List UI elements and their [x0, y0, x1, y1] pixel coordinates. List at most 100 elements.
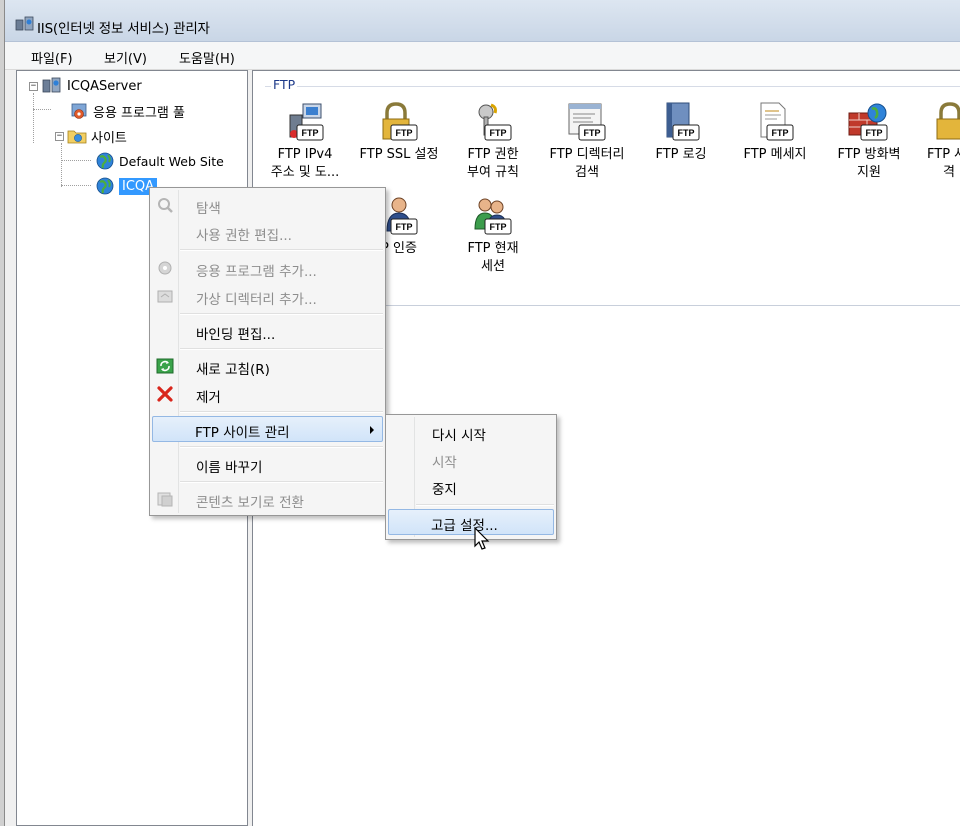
feature-label: FTP SSL 설정 [359, 147, 439, 162]
menu-item-label: 시작 [432, 455, 457, 471]
menu-item-switch-content-view[interactable]: 콘텐츠 보기로 전환 [152, 486, 383, 512]
sites-folder-icon [67, 130, 87, 144]
ftp-user-isolation-icon [936, 102, 960, 140]
submenu-item-start[interactable]: 시작 [388, 446, 554, 472]
menu-bar: 파일(F) 보기(V) 도움말(H) [5, 42, 960, 70]
menu-item-label: 중지 [432, 482, 457, 498]
feature-ftp-firewall-support[interactable]: FTP FTP 방화벽 지원 [823, 101, 915, 181]
menu-item-label: FTP 사이트 관리 [195, 425, 290, 441]
menu-item-label: 탐색 [196, 201, 221, 217]
menu-help[interactable]: 도움말(H) [179, 48, 235, 67]
ftp-messages-icon: FTP [760, 102, 794, 141]
feature-label: FTP 메세지 [743, 147, 807, 162]
feature-label: 격 [943, 165, 955, 180]
feature-ftp-logging[interactable]: FTP FTP 로깅 [635, 101, 727, 165]
feature-ftp-user-isolation[interactable]: FTP 사 격 [917, 101, 960, 181]
feature-label: FTP 사 [927, 147, 960, 162]
menu-separator [180, 481, 383, 483]
menu-item-label: 바인딩 편집... [196, 327, 276, 343]
feature-label: 검색 [575, 165, 599, 180]
ftp-current-sessions-icon: FTP [474, 198, 512, 235]
menu-separator [416, 504, 554, 506]
group-divider [265, 86, 960, 87]
manage-ftp-site-submenu: 다시 시작 시작 중지 고급 설정... [385, 414, 557, 540]
feature-ftp-ipv4[interactable]: FTP FTP IPv4 주소 및 도... [259, 101, 351, 181]
tree-node-default-web-site[interactable]: Default Web Site [95, 150, 224, 172]
feature-label: 지원 [857, 165, 881, 180]
collapse-icon[interactable]: − [55, 131, 64, 141]
menu-file[interactable]: 파일(F) [31, 48, 73, 67]
feature-label: 주소 및 도... [270, 165, 340, 180]
menu-item-add-application[interactable]: 응용 프로그램 추가... [152, 255, 383, 281]
mouse-cursor-icon [474, 527, 490, 550]
refresh-icon [156, 358, 174, 374]
ftp-firewall-icon: FTP [848, 103, 888, 141]
menu-item-remove[interactable]: 제거 [152, 381, 383, 407]
menu-item-explore[interactable]: 탐색 [152, 192, 383, 218]
menu-item-refresh[interactable]: 새로 고침(R) [152, 353, 383, 379]
menu-separator [180, 446, 383, 448]
menu-item-manage-ftp-site[interactable]: FTP 사이트 관리 [152, 416, 383, 442]
iis-manager-window: IIS(인터넷 정보 서비스) 관리자 파일(F) 보기(V) 도움말(H) −… [4, 0, 960, 826]
ftp-authorization-icon: FTP [478, 103, 512, 141]
feature-label: 부여 규칙 [467, 165, 519, 180]
menu-separator [180, 313, 383, 315]
server-icon [42, 77, 61, 93]
svg-text:FTP: FTP [678, 128, 695, 138]
feature-label: 세션 [481, 259, 505, 274]
tree-connector [33, 109, 51, 110]
feature-ftp-authorization-rules[interactable]: FTP FTP 권한 부여 규칙 [447, 101, 539, 181]
submenu-item-advanced-settings[interactable]: 고급 설정... [388, 509, 554, 535]
tree-node-icqa[interactable]: ICQA [95, 175, 158, 197]
tree-node-sites[interactable]: − 사이트 [55, 125, 127, 147]
globe-icon [96, 152, 114, 170]
menu-item-label: 사용 권한 편집... [196, 228, 292, 244]
menu-item-label: 가상 디렉터리 추가... [196, 292, 317, 308]
menu-separator [180, 411, 383, 413]
feature-label: FTP 방화벽 [837, 147, 901, 162]
svg-text:FTP: FTP [866, 128, 883, 138]
svg-text:FTP: FTP [584, 128, 601, 138]
title-bar[interactable]: IIS(인터넷 정보 서비스) 관리자 [5, 0, 960, 42]
tree-node-app-pools[interactable]: 응용 프로그램 풀 [69, 100, 185, 122]
submenu-item-stop[interactable]: 중지 [388, 473, 554, 499]
svg-text:FTP: FTP [490, 128, 507, 138]
feature-label: FTP 디렉터리 [549, 147, 625, 162]
menu-item-rename[interactable]: 이름 바꾸기 [152, 451, 383, 477]
tree-connector [61, 185, 91, 186]
feature-label: FTP IPv4 [277, 147, 333, 162]
ftp-directory-browsing-icon: FTP [568, 103, 606, 141]
tree-connector [33, 93, 34, 143]
menu-item-label: 제거 [196, 390, 221, 406]
menu-item-add-virtual-directory[interactable]: 가상 디렉터리 추가... [152, 283, 383, 309]
submenu-arrow-icon [370, 426, 374, 434]
add-application-icon [158, 261, 172, 275]
svg-text:FTP: FTP [396, 128, 413, 138]
feature-ftp-messages[interactable]: FTP FTP 메세지 [729, 101, 821, 165]
menu-item-label: 새로 고침(R) [196, 362, 270, 378]
feature-label: FTP 권한 [467, 147, 519, 162]
tree-label-sites: 사이트 [91, 130, 127, 146]
content-view-icon [157, 492, 173, 507]
tree-node-server[interactable]: − ICQAServer [29, 75, 142, 97]
submenu-item-restart[interactable]: 다시 시작 [388, 419, 554, 445]
explore-icon [158, 198, 173, 213]
feature-ftp-directory-browsing[interactable]: FTP FTP 디렉터리 검색 [541, 101, 633, 181]
feature-ftp-current-sessions[interactable]: FTP FTP 현재 세션 [447, 195, 539, 275]
menu-item-label: 응용 프로그램 추가... [196, 264, 317, 280]
menu-item-edit-bindings[interactable]: 바인딩 편집... [152, 318, 383, 344]
window-title: IIS(인터넷 정보 서비스) 관리자 [37, 21, 210, 37]
tree-label-server: ICQAServer [67, 78, 142, 94]
collapse-icon[interactable]: − [29, 81, 38, 91]
svg-text:FTP: FTP [396, 222, 413, 232]
group-title-ftp: FTP [271, 77, 298, 92]
menu-view[interactable]: 보기(V) [104, 48, 147, 67]
feature-label: FTP 현재 [467, 241, 519, 256]
ftp-ssl-icon: FTP [382, 102, 418, 141]
menu-item-edit-permissions[interactable]: 사용 권한 편집... [152, 219, 383, 245]
feature-ftp-ssl[interactable]: FTP FTP SSL 설정 [353, 101, 445, 165]
svg-text:FTP: FTP [772, 128, 789, 138]
menu-separator [180, 249, 383, 251]
feature-label: FTP 로깅 [655, 147, 707, 162]
application-pools-icon [71, 103, 87, 119]
